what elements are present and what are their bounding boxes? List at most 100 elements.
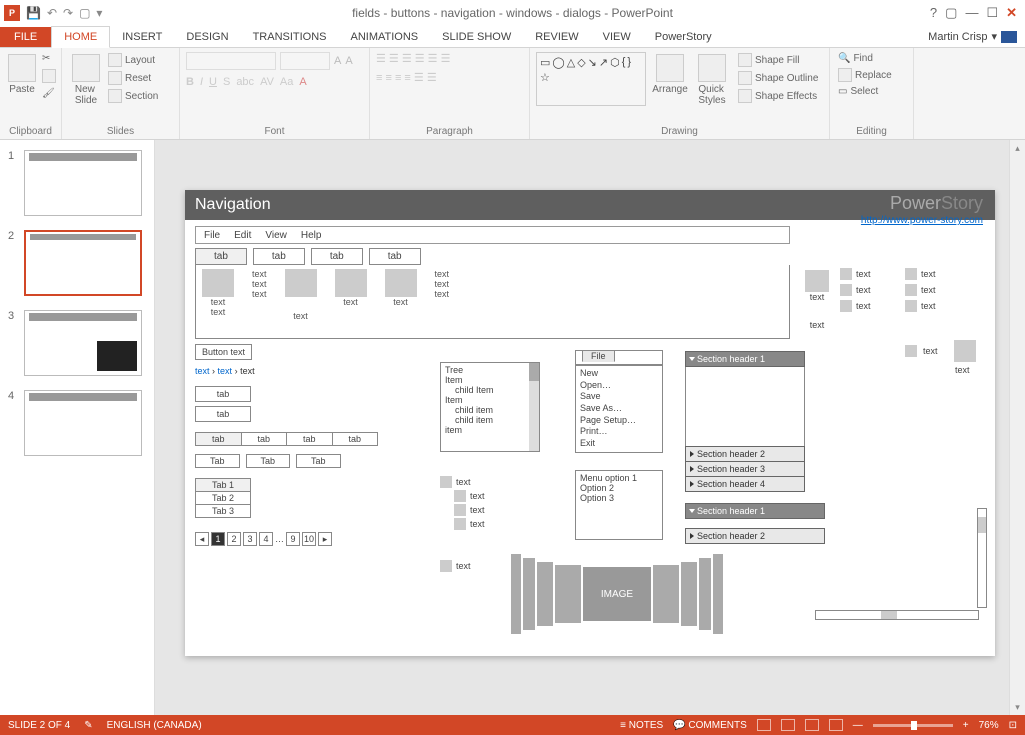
minimize-icon[interactable]: —	[965, 5, 978, 21]
zoom-in-button[interactable]: +	[963, 720, 969, 731]
pager-page[interactable]: 3	[243, 532, 257, 546]
design-tab[interactable]: DESIGN	[174, 27, 240, 47]
slide-thumbnail-4[interactable]	[24, 390, 142, 456]
wireframe-tab[interactable]: tab	[311, 248, 363, 265]
accordion-header[interactable]: Section header 1	[685, 503, 825, 519]
spell-check-icon[interactable]: ✎	[84, 720, 92, 731]
save-icon[interactable]: 💾	[26, 6, 41, 20]
wireframe-button[interactable]: Button text	[195, 344, 252, 360]
layout-button[interactable]: Layout	[106, 52, 160, 68]
menu-item[interactable]: Save As…	[580, 403, 658, 415]
review-tab[interactable]: REVIEW	[523, 27, 590, 47]
menu-view[interactable]: View	[265, 230, 287, 241]
accordion-header[interactable]: Section header 4	[685, 476, 805, 492]
window-title: fields - buttons - navigation - windows …	[352, 6, 673, 20]
ribbon-options-icon[interactable]: ▢	[945, 5, 957, 21]
section-button[interactable]: Section	[106, 88, 160, 104]
wireframe-pagination: ◂ 1 2 3 4 … 9 10 ▸	[195, 532, 378, 546]
pager-next[interactable]: ▸	[318, 532, 332, 546]
animations-tab[interactable]: ANIMATIONS	[339, 27, 431, 47]
format-painter-button[interactable]: 🖌	[40, 87, 58, 100]
file-tab-label[interactable]: File	[582, 350, 615, 362]
qat-dropdown-icon[interactable]: ▾	[96, 6, 102, 20]
slide-canvas[interactable]: Navigation PowerStory http://www.power-s…	[185, 190, 995, 656]
quick-styles-button[interactable]: Quick Styles	[694, 52, 730, 108]
wireframe-horizontal-scrollbar[interactable]	[815, 610, 979, 620]
normal-view-button[interactable]	[757, 719, 771, 731]
close-icon[interactable]: ✕	[1006, 5, 1017, 21]
editor-scrollbar[interactable]: ▴▾	[1009, 140, 1025, 715]
wireframe-tab[interactable]: tab	[369, 248, 421, 265]
accordion-header[interactable]: Section header 3	[685, 461, 805, 477]
outline-icon	[738, 71, 752, 85]
help-icon[interactable]: ?	[930, 5, 937, 21]
transitions-tab[interactable]: TRANSITIONS	[241, 27, 339, 47]
home-tab[interactable]: HOME	[51, 26, 110, 48]
copy-button[interactable]	[40, 68, 58, 84]
menu-edit[interactable]: Edit	[234, 230, 251, 241]
select-button[interactable]: ▭Select	[836, 85, 907, 98]
menu-help[interactable]: Help	[301, 230, 322, 241]
slideshow-view-button[interactable]	[829, 719, 843, 731]
slide-thumbnail-3[interactable]	[24, 310, 142, 376]
menu-item[interactable]: New	[580, 368, 658, 380]
carousel-image[interactable]: IMAGE	[583, 567, 651, 621]
shape-fill-button[interactable]: Shape Fill	[736, 52, 820, 68]
powerpoint-icon: P	[4, 5, 20, 21]
start-slideshow-icon[interactable]: ▢	[79, 6, 90, 20]
menu-item[interactable]: Open…	[580, 380, 658, 392]
shape-outline-button[interactable]: Shape Outline	[736, 70, 820, 86]
insert-tab[interactable]: INSERT	[110, 27, 174, 47]
undo-icon[interactable]: ↶	[47, 6, 57, 20]
arrange-button[interactable]: Arrange	[652, 52, 688, 108]
zoom-out-button[interactable]: —	[853, 720, 863, 731]
clipboard-group-label: Clipboard	[6, 124, 55, 137]
pager-page[interactable]: 2	[227, 532, 241, 546]
replace-button[interactable]: Replace	[836, 67, 907, 83]
menu-item[interactable]: Page Setup…	[580, 415, 658, 427]
fit-to-window-button[interactable]: ⊡	[1009, 720, 1017, 731]
slideshow-tab[interactable]: SLIDE SHOW	[430, 27, 523, 47]
wireframe-tab[interactable]: tab	[195, 248, 247, 265]
maximize-icon[interactable]: ☐	[986, 5, 998, 21]
accordion-header[interactable]: Section header 2	[685, 528, 825, 544]
wireframe-dropdown[interactable]: Menu option 1 Option 2 Option 3	[575, 470, 663, 540]
pager-page[interactable]: 4	[259, 532, 273, 546]
accordion-header[interactable]: Section header 2	[685, 446, 805, 462]
menu-file[interactable]: File	[204, 230, 220, 241]
notes-button[interactable]: ≡ NOTES	[620, 720, 663, 731]
pager-page[interactable]: 1	[211, 532, 225, 546]
redo-icon[interactable]: ↷	[63, 6, 73, 20]
pager-page[interactable]: 9	[286, 532, 300, 546]
wireframe-vertical-scrollbar[interactable]	[977, 508, 987, 608]
view-tab[interactable]: VIEW	[591, 27, 643, 47]
menu-item[interactable]: Save	[580, 391, 658, 403]
reading-view-button[interactable]	[805, 719, 819, 731]
powerstory-link[interactable]: http://www.power-story.com	[861, 215, 983, 226]
file-tab[interactable]: FILE	[0, 27, 51, 47]
powerstory-tab[interactable]: PowerStory	[643, 27, 724, 47]
user-account[interactable]: Martin Crisp▾	[920, 26, 1025, 47]
slide-editor[interactable]: ▴▾ Navigation PowerStory http://www.powe…	[155, 140, 1025, 715]
language-indicator[interactable]: ENGLISH (CANADA)	[107, 720, 202, 731]
new-slide-button[interactable]: New Slide	[68, 52, 104, 108]
shape-effects-button[interactable]: Shape Effects	[736, 88, 820, 104]
sorter-view-button[interactable]	[781, 719, 795, 731]
wireframe-tree[interactable]: Tree Item child Item Item child item chi…	[440, 362, 540, 452]
comments-button[interactable]: 💬 COMMENTS	[673, 720, 747, 731]
pager-page[interactable]: 10	[302, 532, 316, 546]
paste-button[interactable]: Paste	[6, 52, 38, 100]
shapes-gallery[interactable]: ▭◯△◇↘↗⬡{}☆	[536, 52, 646, 106]
zoom-level[interactable]: 76%	[979, 720, 999, 731]
menu-item[interactable]: Print…	[580, 426, 658, 438]
slide-thumbnail-2[interactable]	[24, 230, 142, 296]
slide-thumbnail-1[interactable]	[24, 150, 142, 216]
accordion-header[interactable]: Section header 1	[685, 351, 805, 367]
pager-prev[interactable]: ◂	[195, 532, 209, 546]
menu-item[interactable]: Exit	[580, 438, 658, 450]
zoom-slider[interactable]	[873, 724, 953, 727]
cut-button[interactable]: ✂	[40, 52, 58, 65]
wireframe-tab[interactable]: tab	[253, 248, 305, 265]
find-button[interactable]: 🔍Find	[836, 52, 907, 65]
reset-button[interactable]: Reset	[106, 70, 160, 86]
